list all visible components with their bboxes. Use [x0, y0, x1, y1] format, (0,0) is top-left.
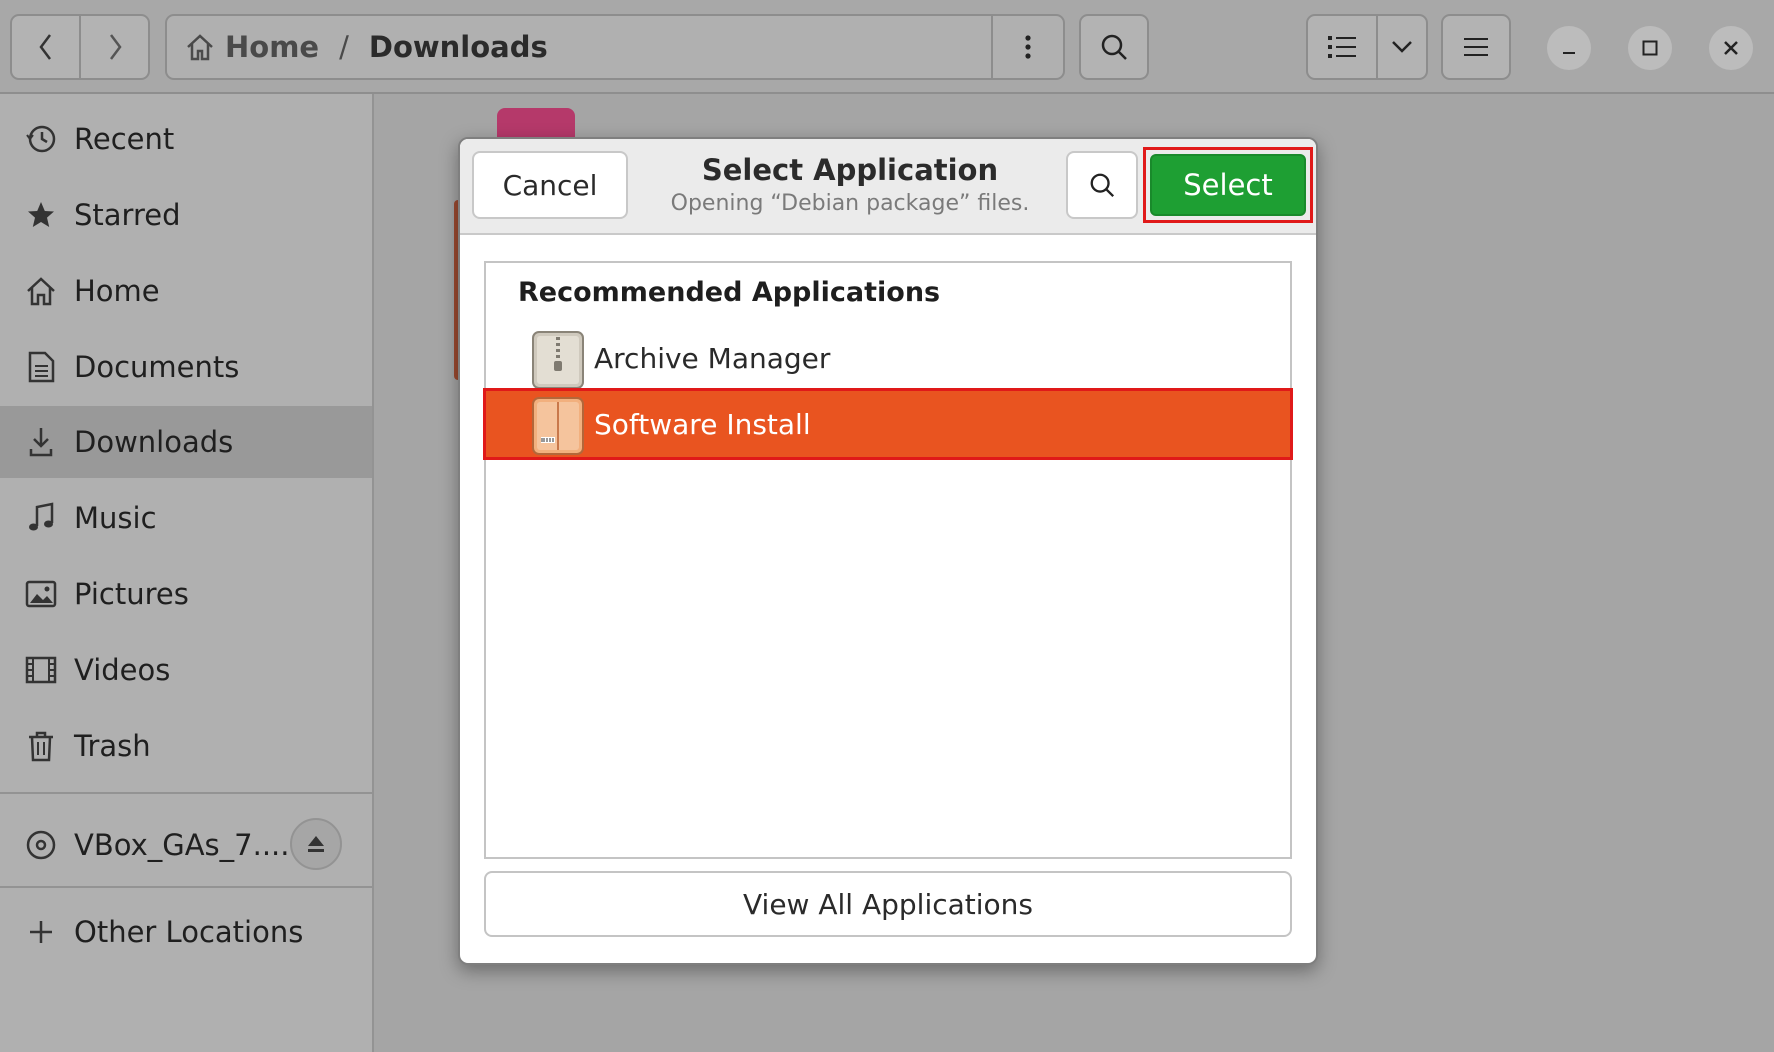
- sidebar-item-label: Pictures: [74, 577, 189, 611]
- chevron-right-icon: [109, 34, 122, 60]
- minimize-icon: [1563, 52, 1575, 54]
- app-row-software-install[interactable]: Software Install: [483, 388, 1293, 460]
- sidebar-item-label: Starred: [74, 198, 181, 232]
- sidebar-item-label: Trash: [74, 729, 151, 763]
- eject-icon: [308, 836, 324, 852]
- plus-icon: [24, 915, 58, 949]
- sidebar-item-label: Home: [74, 274, 160, 308]
- sidebar-item-label: Music: [74, 501, 157, 535]
- search-icon: [1101, 34, 1127, 60]
- list-view-icon: [1328, 36, 1356, 58]
- app-label: Software Install: [594, 407, 811, 441]
- chevron-left-icon: [38, 34, 51, 60]
- sidebar-item-recent[interactable]: Recent: [0, 103, 372, 175]
- home-icon: [24, 274, 58, 308]
- sidebar-item-label: Documents: [74, 350, 240, 384]
- select-button-highlight: Select: [1143, 147, 1313, 223]
- forward-button[interactable]: [79, 14, 150, 80]
- dialog-header: Cancel Select Application Opening “Debia…: [460, 139, 1316, 235]
- download-icon: [24, 425, 58, 459]
- sidebar-item-device[interactable]: VBox_GAs_7....: [0, 802, 372, 888]
- path-menu-button[interactable]: [991, 16, 1063, 78]
- path-bar: Home / Downloads: [165, 14, 1065, 80]
- archive-manager-icon: [532, 331, 584, 389]
- picture-icon: [24, 577, 58, 611]
- navigation-buttons: [10, 14, 152, 80]
- sidebar-item-home[interactable]: Home: [0, 255, 372, 327]
- sidebar-item-other-locations[interactable]: Other Locations: [0, 896, 372, 968]
- film-icon: [24, 653, 58, 687]
- clock-icon: [24, 122, 58, 156]
- eject-button[interactable]: [290, 818, 342, 870]
- application-list: Recommended Applications Archive Manager…: [483, 261, 1293, 859]
- star-icon: [24, 198, 58, 232]
- software-install-icon: [532, 397, 584, 455]
- cancel-button[interactable]: Cancel: [472, 151, 628, 219]
- path-home-label: Home: [225, 30, 320, 64]
- section-title: Recommended Applications: [518, 277, 941, 308]
- kebab-icon: [1025, 35, 1031, 59]
- minimize-button[interactable]: [1547, 26, 1591, 70]
- trash-icon: [24, 729, 58, 763]
- sidebar-item-label: Recent: [74, 122, 175, 156]
- hamburger-icon: [1464, 38, 1488, 56]
- sidebar-item-pictures[interactable]: Pictures: [0, 558, 372, 630]
- sidebar-item-videos[interactable]: Videos: [0, 634, 372, 706]
- maximize-icon: [1642, 40, 1658, 56]
- sidebar-item-trash[interactable]: Trash: [0, 710, 372, 782]
- sidebar-item-label: Other Locations: [74, 915, 304, 949]
- disc-icon: [24, 828, 58, 862]
- sidebar-separator: [0, 792, 372, 794]
- back-button[interactable]: [10, 14, 81, 80]
- main-menu-button[interactable]: [1441, 14, 1511, 80]
- select-button[interactable]: Select: [1150, 154, 1306, 216]
- sidebar-separator: [0, 886, 372, 888]
- path-separator: /: [339, 30, 349, 64]
- view-mode-button[interactable]: [1306, 14, 1378, 80]
- path-home-crumb[interactable]: Home: [185, 30, 319, 64]
- view-all-applications-button[interactable]: View All Applications: [484, 871, 1292, 937]
- search-button[interactable]: [1079, 14, 1149, 80]
- app-row-archive-manager[interactable]: Archive Manager: [486, 325, 1290, 391]
- sidebar: Recent Starred Home Documents Downloads: [0, 94, 374, 1052]
- select-application-dialog: Cancel Select Application Opening “Debia…: [458, 137, 1318, 965]
- app-label: Archive Manager: [594, 341, 831, 375]
- path-current-folder[interactable]: Downloads: [369, 30, 548, 64]
- music-icon: [24, 501, 58, 535]
- maximize-button[interactable]: [1628, 26, 1672, 70]
- view-options-dropdown[interactable]: [1376, 14, 1428, 80]
- file-manager-window: Home / Downloads Recent Starred Home Doc…: [0, 0, 1774, 1052]
- document-icon: [24, 350, 58, 384]
- sidebar-item-music[interactable]: Music: [0, 482, 372, 554]
- close-icon: [1724, 41, 1738, 55]
- dialog-subtitle: Opening “Debian package” files.: [670, 191, 1030, 216]
- dialog-search-button[interactable]: [1066, 151, 1138, 219]
- sidebar-item-label: Videos: [74, 653, 171, 687]
- sidebar-item-documents[interactable]: Documents: [0, 331, 372, 403]
- header-bar: Home / Downloads: [0, 0, 1774, 94]
- sidebar-item-starred[interactable]: Starred: [0, 179, 372, 251]
- sidebar-item-label: Downloads: [74, 425, 234, 459]
- chevron-down-icon: [1392, 41, 1412, 53]
- sidebar-item-downloads[interactable]: Downloads: [0, 406, 372, 478]
- home-icon: [187, 34, 213, 61]
- search-icon: [1090, 173, 1115, 198]
- dialog-title: Select Application: [701, 153, 999, 187]
- close-button[interactable]: [1709, 26, 1753, 70]
- sidebar-item-label: VBox_GAs_7....: [74, 828, 290, 862]
